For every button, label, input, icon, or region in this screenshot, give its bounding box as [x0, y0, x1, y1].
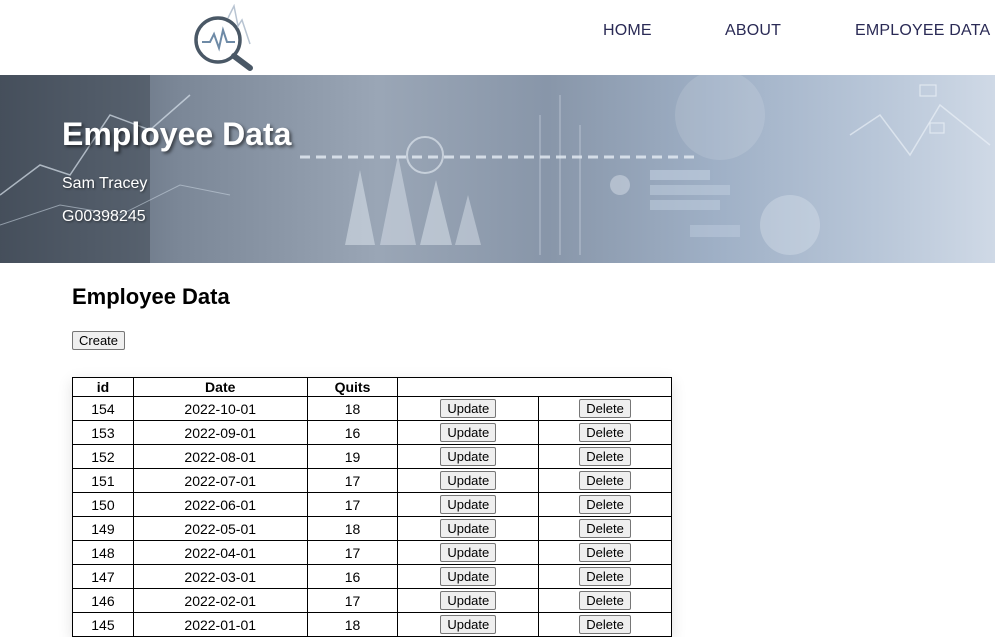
magnifier-chart-icon[interactable]	[190, 4, 260, 72]
update-button[interactable]: Update	[440, 615, 497, 634]
table-row: 145 2022-01-01 18 Update Delete	[72, 612, 672, 637]
update-button[interactable]: Update	[440, 543, 497, 562]
table-row: 147 2022-03-01 16 Update Delete	[72, 564, 672, 589]
cell-delete: Delete	[538, 612, 672, 637]
table-body: 154 2022-10-01 18 Update Delete 153 2022-09-01…	[72, 396, 672, 637]
delete-button[interactable]: Delete	[579, 519, 631, 538]
cell-delete: Delete	[538, 420, 672, 445]
delete-button[interactable]: Delete	[579, 423, 631, 442]
table-row: 151 2022-07-01 17 Update Delete	[72, 468, 672, 493]
cell-date: 2022-01-01	[132, 612, 308, 637]
cell-id: 152	[72, 444, 134, 469]
cell-delete: Delete	[538, 564, 672, 589]
cell-id: 148	[72, 540, 134, 565]
cell-date: 2022-07-01	[132, 468, 308, 493]
cell-id: 145	[72, 612, 134, 637]
cell-update: Update	[397, 540, 540, 565]
employee-table: id Date Quits 154 2022-10-01 18 Update Delet…	[72, 377, 672, 637]
cell-id: 150	[72, 492, 134, 517]
cell-date: 2022-06-01	[132, 492, 308, 517]
cell-quits: 16	[306, 564, 399, 589]
column-header-quits: Quits	[306, 377, 399, 397]
column-header-actions	[397, 377, 672, 397]
cell-update: Update	[397, 516, 540, 541]
nav-home-link[interactable]: HOME	[603, 22, 652, 40]
cell-delete: Delete	[538, 516, 672, 541]
update-button[interactable]: Update	[440, 471, 497, 490]
update-button[interactable]: Update	[440, 591, 497, 610]
cell-update: Update	[397, 420, 540, 445]
cell-quits: 17	[306, 540, 399, 565]
delete-button[interactable]: Delete	[579, 399, 631, 418]
delete-button[interactable]: Delete	[579, 567, 631, 586]
hero-background-graphic	[0, 75, 991, 263]
cell-id: 146	[72, 588, 134, 613]
cell-delete: Delete	[538, 468, 672, 493]
cell-date: 2022-09-01	[132, 420, 308, 445]
cell-update: Update	[397, 468, 540, 493]
cell-id: 149	[72, 516, 134, 541]
cell-update: Update	[397, 612, 540, 637]
page-title: Employee Data	[72, 284, 230, 309]
cell-date: 2022-10-01	[132, 396, 308, 421]
delete-button[interactable]: Delete	[579, 591, 631, 610]
update-button[interactable]: Update	[440, 447, 497, 466]
cell-update: Update	[397, 396, 540, 421]
cell-delete: Delete	[538, 444, 672, 469]
delete-button[interactable]: Delete	[579, 543, 631, 562]
cell-update: Update	[397, 588, 540, 613]
cell-date: 2022-05-01	[132, 516, 308, 541]
hero-title: Employee Data	[62, 116, 292, 152]
cell-id: 154	[72, 396, 134, 421]
cell-update: Update	[397, 564, 540, 589]
student-id: G00398245	[62, 208, 146, 225]
update-button[interactable]: Update	[440, 567, 497, 586]
table-row: 150 2022-06-01 17 Update Delete	[72, 492, 672, 517]
cell-id: 151	[72, 468, 134, 493]
cell-quits: 16	[306, 420, 399, 445]
column-header-id: id	[72, 377, 134, 397]
cell-quits: 19	[306, 444, 399, 469]
cell-quits: 17	[306, 492, 399, 517]
nav-employee-data-link[interactable]: EMPLOYEE DATA	[855, 22, 990, 40]
cell-delete: Delete	[538, 540, 672, 565]
cell-date: 2022-08-01	[132, 444, 308, 469]
delete-button[interactable]: Delete	[579, 471, 631, 490]
table-row: 154 2022-10-01 18 Update Delete	[72, 396, 672, 421]
table-row: 152 2022-08-01 19 Update Delete	[72, 444, 672, 469]
update-button[interactable]: Update	[440, 519, 497, 538]
update-button[interactable]: Update	[440, 423, 497, 442]
cell-delete: Delete	[538, 588, 672, 613]
table-row: 148 2022-04-01 17 Update Delete	[72, 540, 672, 565]
cell-quits: 17	[306, 468, 399, 493]
table-row: 153 2022-09-01 16 Update Delete	[72, 420, 672, 445]
cell-quits: 17	[306, 588, 399, 613]
column-header-date: Date	[132, 377, 308, 397]
cell-date: 2022-03-01	[132, 564, 308, 589]
cell-delete: Delete	[538, 492, 672, 517]
cell-delete: Delete	[538, 396, 672, 421]
author-name: Sam Tracey	[62, 175, 148, 192]
cell-date: 2022-04-01	[132, 540, 308, 565]
create-button[interactable]: Create	[72, 331, 126, 350]
update-button[interactable]: Update	[440, 495, 497, 514]
cell-update: Update	[397, 492, 540, 517]
table-row: 149 2022-05-01 18 Update Delete	[72, 516, 672, 541]
cell-quits: 18	[306, 612, 399, 637]
cell-quits: 18	[306, 516, 399, 541]
nav-about-link[interactable]: ABOUT	[725, 22, 781, 40]
cell-id: 147	[72, 564, 134, 589]
delete-button[interactable]: Delete	[579, 495, 631, 514]
table-header-row: id Date Quits	[72, 377, 672, 397]
update-button[interactable]: Update	[440, 399, 497, 418]
delete-button[interactable]: Delete	[579, 447, 631, 466]
table-row: 146 2022-02-01 17 Update Delete	[72, 588, 672, 613]
cell-quits: 18	[306, 396, 399, 421]
cell-id: 153	[72, 420, 134, 445]
cell-date: 2022-02-01	[132, 588, 308, 613]
hero-banner: Employee Data Sam Tracey G00398245	[0, 75, 995, 263]
delete-button[interactable]: Delete	[579, 615, 631, 634]
cell-update: Update	[397, 444, 540, 469]
top-navbar: HOME ABOUT EMPLOYEE DATA	[0, 0, 995, 75]
